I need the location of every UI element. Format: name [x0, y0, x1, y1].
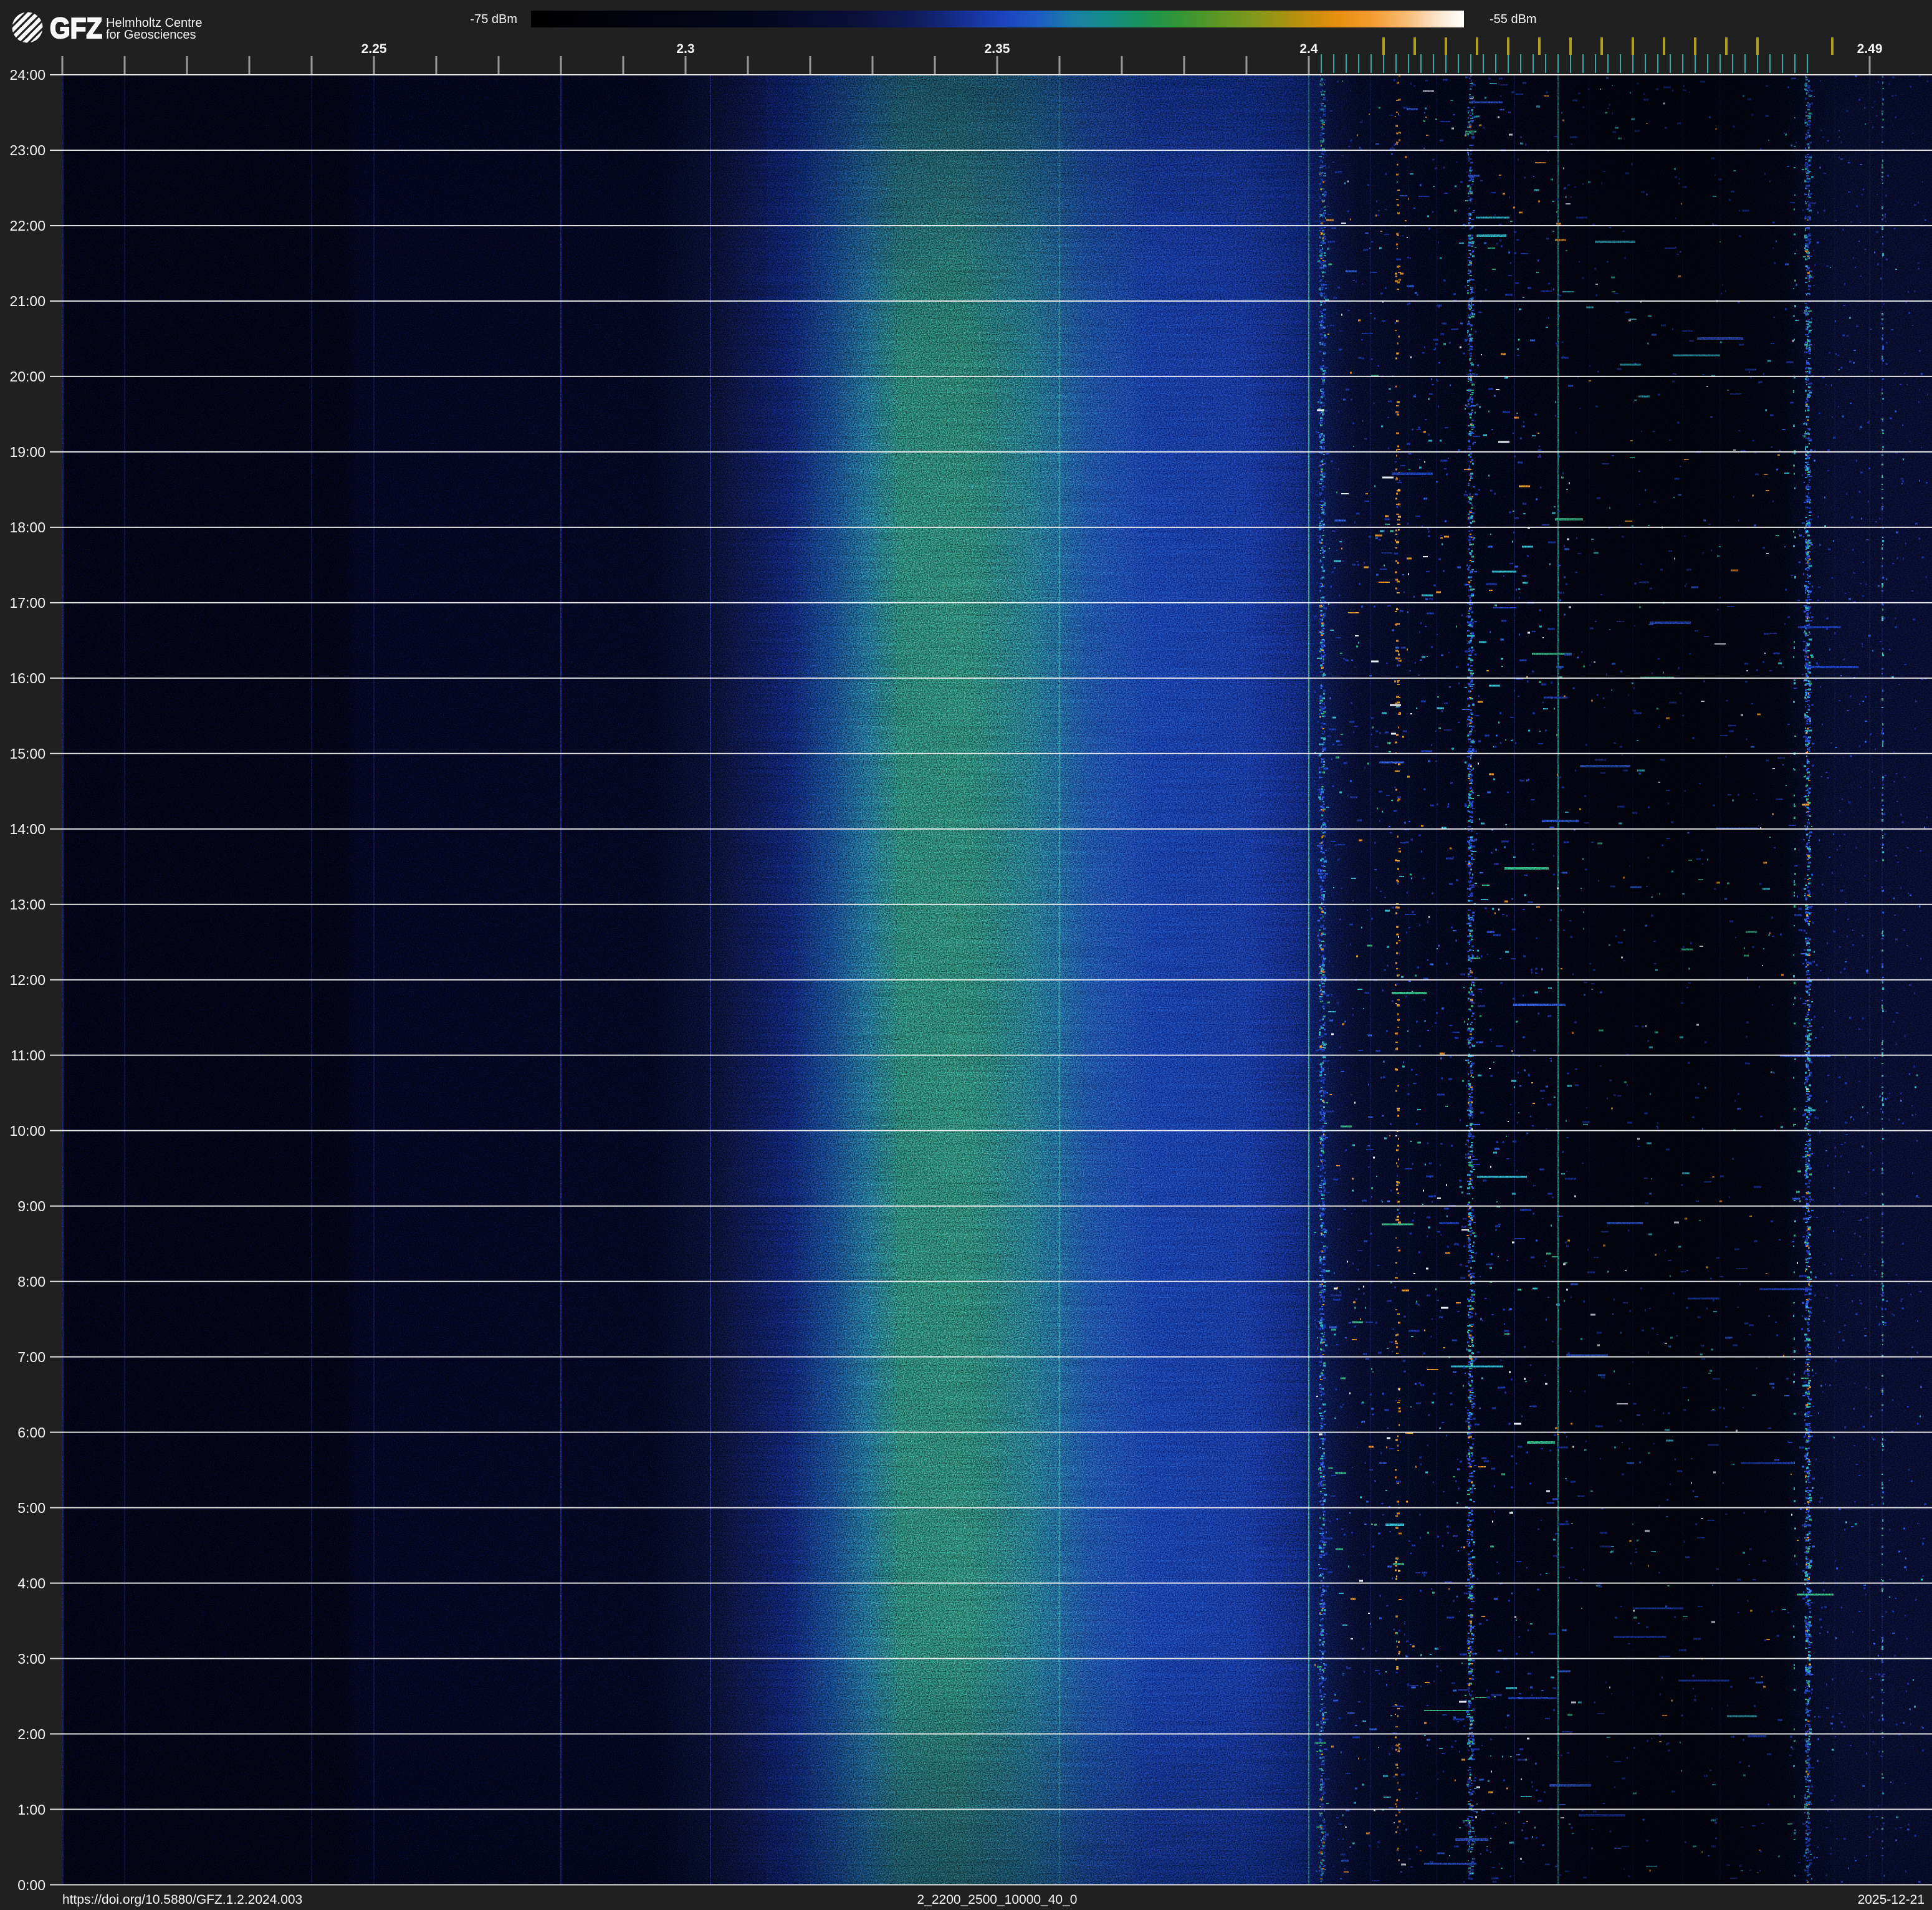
- svg-text:24:00: 24:00: [9, 67, 45, 83]
- svg-text:-75 dBm: -75 dBm: [470, 12, 517, 26]
- svg-text:12:00: 12:00: [9, 972, 45, 988]
- svg-text:15:00: 15:00: [9, 746, 45, 762]
- svg-text:19:00: 19:00: [9, 444, 45, 460]
- svg-text:2.25: 2.25: [361, 42, 387, 56]
- svg-text:-55 dBm: -55 dBm: [1490, 12, 1537, 26]
- svg-text:22:00: 22:00: [9, 218, 45, 234]
- svg-text:18:00: 18:00: [9, 519, 45, 535]
- svg-text:2.3: 2.3: [676, 42, 694, 56]
- svg-text:6:00: 6:00: [17, 1424, 45, 1441]
- svg-text:13:00: 13:00: [9, 896, 45, 913]
- svg-text:11:00: 11:00: [11, 1047, 45, 1063]
- svg-text:1:00: 1:00: [17, 1802, 45, 1818]
- svg-text:2.49: 2.49: [1857, 42, 1883, 56]
- svg-text:2.4: 2.4: [1299, 42, 1318, 56]
- svg-text:20:00: 20:00: [9, 368, 45, 385]
- svg-text:7:00: 7:00: [17, 1349, 45, 1365]
- svg-text:23:00: 23:00: [9, 142, 45, 158]
- svg-text:17:00: 17:00: [9, 595, 45, 611]
- svg-text:14:00: 14:00: [9, 821, 45, 837]
- svg-text:2025-12-21: 2025-12-21: [1858, 1893, 1925, 1907]
- svg-text:21:00: 21:00: [9, 293, 45, 309]
- svg-text:0:00: 0:00: [17, 1877, 45, 1893]
- svg-text:GFZ: GFZ: [50, 12, 102, 44]
- svg-text:16:00: 16:00: [9, 670, 45, 686]
- svg-text:for Geosciences: for Geosciences: [106, 28, 196, 42]
- svg-text:3:00: 3:00: [17, 1651, 45, 1667]
- svg-text:10:00: 10:00: [9, 1123, 45, 1139]
- svg-text:2:00: 2:00: [17, 1726, 45, 1742]
- svg-text:2_2200_2500_10000_40_0: 2_2200_2500_10000_40_0: [917, 1893, 1078, 1907]
- svg-text:4:00: 4:00: [17, 1575, 45, 1591]
- svg-text:9:00: 9:00: [17, 1198, 45, 1214]
- svg-text:5:00: 5:00: [17, 1500, 45, 1516]
- svg-text:2.35: 2.35: [985, 42, 1010, 56]
- svg-text:8:00: 8:00: [17, 1274, 45, 1290]
- svg-text:https://doi.org/10.5880/GFZ.1.: https://doi.org/10.5880/GFZ.1.2.2024.003: [62, 1893, 302, 1907]
